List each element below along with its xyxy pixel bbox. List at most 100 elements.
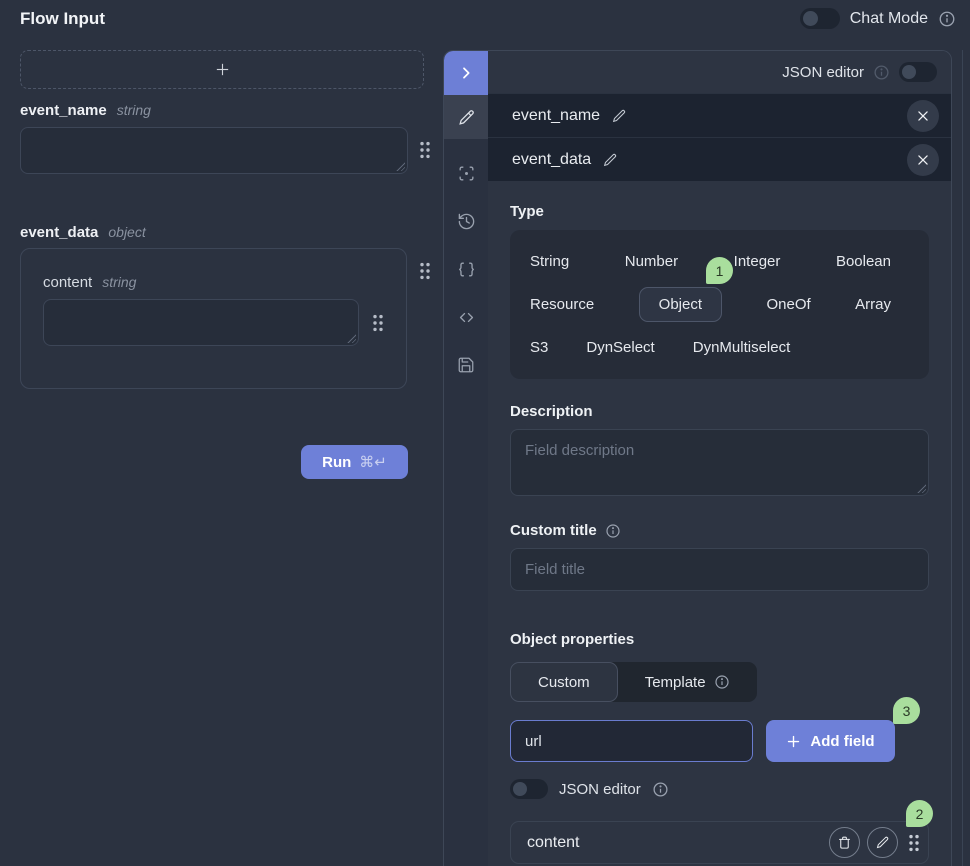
history-tool-button[interactable] [444,197,488,245]
properties-json-editor-row: JSON editor [510,779,929,799]
code-tool-button[interactable] [444,293,488,341]
drag-handle-icon[interactable] [908,834,920,852]
type-chip-string[interactable]: String [530,245,569,278]
field-label-event-data: event_data object [20,224,146,241]
type-chip-object[interactable]: Object 1 [639,287,722,322]
drag-handle-icon[interactable] [372,314,384,332]
description-placeholder: Field description [525,442,634,459]
add-field-row: Add field 3 [510,720,929,762]
run-label: Run [322,454,351,471]
resize-grip-icon[interactable] [916,483,926,493]
chat-mode-label: Chat Mode [850,10,928,28]
field-label-content: content string [43,274,136,291]
content-textarea[interactable] [43,299,359,346]
custom-title-text: Custom title [510,522,597,539]
chat-mode-toggle[interactable] [800,8,840,29]
braces-icon [457,260,476,279]
tab-template[interactable]: Template [618,662,757,702]
save-tool-button[interactable] [444,341,488,389]
field-type: object [108,224,145,240]
focus-tool-button[interactable] [444,149,488,197]
delete-property-button[interactable] [829,827,860,858]
type-chip-resource[interactable]: Resource [530,288,594,321]
history-icon [457,212,476,231]
schema-row-event-data[interactable]: event_data [488,137,951,181]
edit-property-button[interactable] [867,827,898,858]
collapse-panel-button[interactable] [444,51,488,95]
info-icon[interactable] [938,10,956,28]
json-editor-toggle[interactable] [899,62,937,82]
tab-custom[interactable]: Custom [510,662,618,702]
type-chip-oneof[interactable]: OneOf [767,288,811,321]
field-type: string [117,102,151,118]
description-textarea[interactable]: Field description [510,429,929,496]
field-type: string [102,274,136,290]
field-name: content [43,274,92,291]
properties-json-editor-toggle[interactable] [510,779,548,799]
save-icon [457,356,475,374]
field-label-event-name: event_name string [20,102,151,119]
edit-tool-button[interactable] [444,95,488,139]
plus-icon [786,734,801,749]
type-selector: String Number Integer Boolean Resource O… [510,230,929,379]
description-label: Description [510,403,929,420]
cmd-enter-shortcut: ⌘↵ [359,453,387,471]
type-chip-dynmultiselect[interactable]: DynMultiselect [693,331,791,364]
type-chip-s3[interactable]: S3 [530,331,548,364]
resize-grip-icon[interactable] [346,333,356,343]
pencil-icon[interactable] [611,108,627,124]
type-chip-boolean[interactable]: Boolean [836,245,891,278]
drag-handle-icon[interactable] [419,262,431,280]
add-field-button[interactable]: Add field 3 [766,720,895,762]
type-chip-integer[interactable]: Integer [734,245,781,278]
pencil-icon [875,835,890,850]
type-chip-dynselect[interactable]: DynSelect [586,331,654,364]
field-name: event_name [20,102,107,119]
scrollbar-track[interactable] [962,50,963,866]
field-name: event_data [20,224,98,241]
info-icon[interactable] [873,64,890,81]
info-icon[interactable] [605,523,621,539]
drag-handle-icon[interactable] [419,141,431,159]
chat-mode-control: Chat Mode [800,8,956,29]
object-properties-label: Object properties [510,631,929,648]
panel-body: Type String Number Integer Boolean Resou… [488,181,951,866]
annotation-badge-2: 2 [906,800,933,827]
info-icon [714,674,730,690]
pencil-icon [457,108,476,127]
run-button[interactable]: Run ⌘↵ [301,445,408,479]
add-field-label: Add field [810,733,874,750]
new-field-name-input[interactable] [510,720,753,762]
resize-grip-icon[interactable] [395,161,405,171]
event-name-textarea[interactable] [20,127,408,174]
properties-json-editor-label: JSON editor [559,781,641,798]
custom-title-input[interactable] [510,548,929,591]
info-icon[interactable] [652,781,669,798]
type-chip-label: Object [659,296,702,313]
property-row-content[interactable]: content 2 [510,821,929,864]
remove-field-button[interactable] [907,100,939,132]
plus-icon [214,61,231,78]
page-title: Flow Input [20,9,105,29]
field-editor-panel: JSON editor event_name event_data [443,50,952,866]
property-name: content [527,834,822,852]
type-chip-array[interactable]: Array [855,288,891,321]
add-field-dropzone[interactable] [20,50,424,89]
icon-rail [444,51,488,866]
type-row: Resource Object 1 OneOf Array [530,287,909,322]
close-icon [916,109,930,123]
pencil-icon[interactable] [602,152,618,168]
schema-row-label: event_data [512,151,591,169]
schema-row-event-name[interactable]: event_name [488,93,951,137]
object-properties-tabs: Custom Template [510,662,757,702]
tab-label: Custom [538,674,590,691]
json-editor-label: JSON editor [782,64,864,81]
focus-icon [457,164,476,183]
json-braces-tool-button[interactable] [444,245,488,293]
tab-label: Template [645,674,706,691]
remove-field-button[interactable] [907,144,939,176]
code-icon [457,308,476,327]
custom-title-label: Custom title [510,522,929,539]
type-chip-number[interactable]: Number [625,245,678,278]
type-section-label: Type [510,203,929,220]
